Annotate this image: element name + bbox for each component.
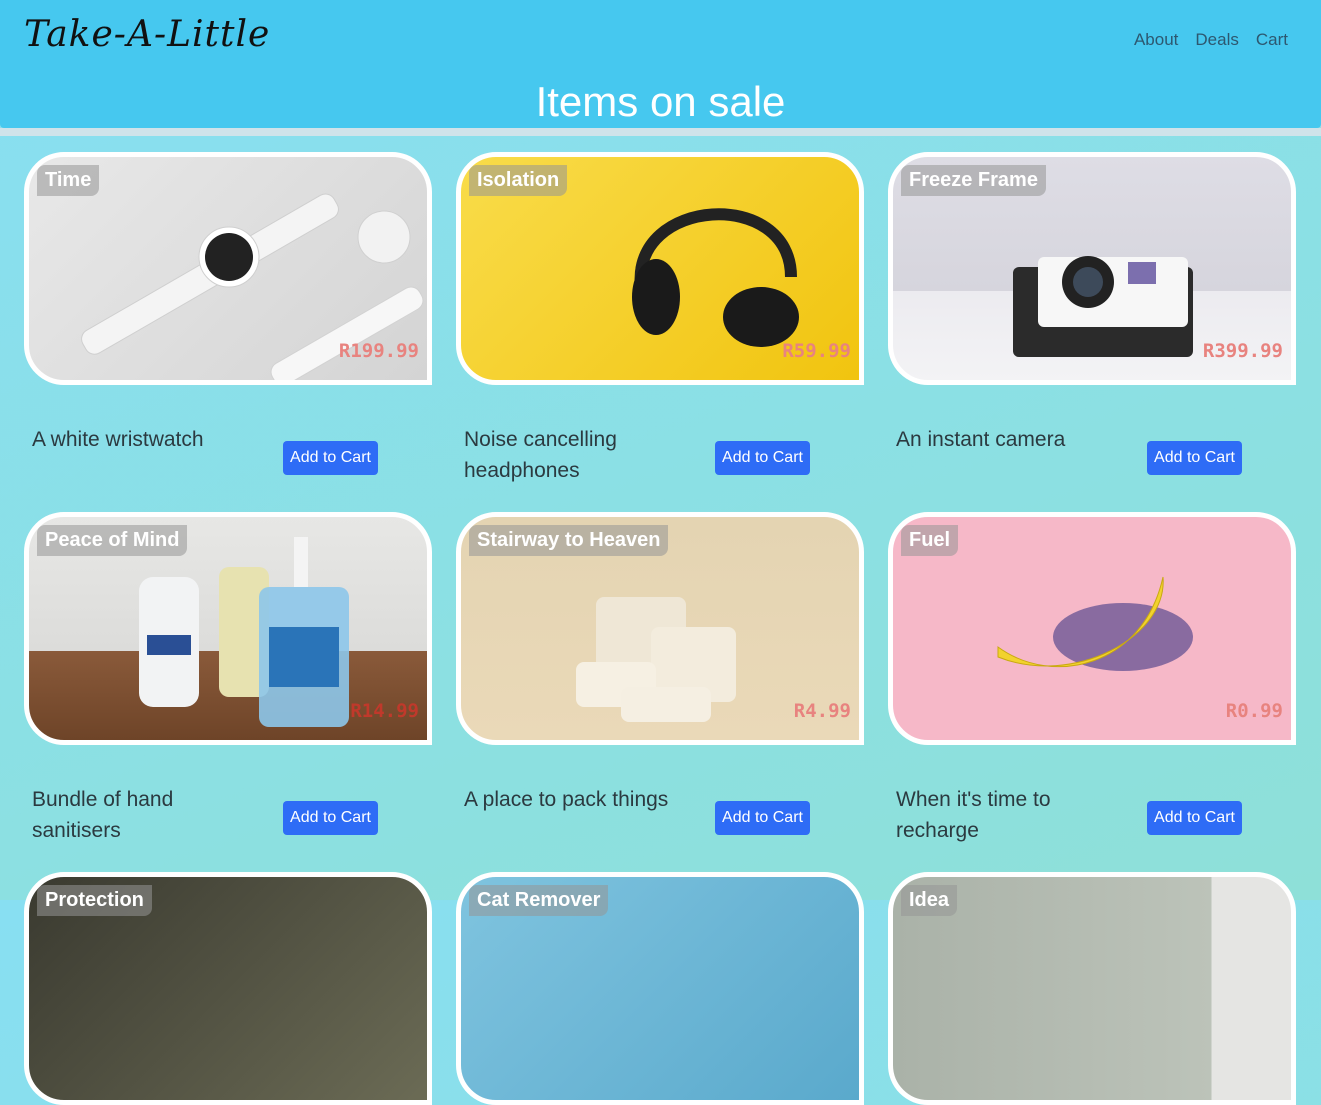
product-image[interactable]: Cat Remover xyxy=(456,872,864,1105)
product-price: R0.99 xyxy=(1225,700,1283,722)
product-tag: Freeze Frame xyxy=(901,165,1046,196)
product-description: When it's time to recharge xyxy=(896,788,1051,842)
product-image[interactable]: Isolation R59.99 xyxy=(456,152,864,385)
product-tag: Cat Remover xyxy=(469,885,609,916)
add-to-cart-button[interactable]: Add to Cart xyxy=(283,801,378,835)
product-price: R399.99 xyxy=(1202,340,1283,362)
product-description: Bundle of hand sanitisers xyxy=(32,788,174,842)
product-tag: Stairway to Heaven xyxy=(469,525,669,556)
brand-logo[interactable]: Take-A-Little xyxy=(24,14,270,55)
add-to-cart-button[interactable]: Add to Cart xyxy=(283,441,378,475)
product-tag: Time xyxy=(37,165,100,196)
add-to-cart-button[interactable]: Add to Cart xyxy=(1147,801,1242,835)
product-description: An instant camera xyxy=(896,428,1066,451)
add-to-cart-button[interactable]: Add to Cart xyxy=(715,801,810,835)
product-image[interactable]: Fuel R0.99 xyxy=(888,512,1296,745)
product-image[interactable]: Peace of Mind R14.99 xyxy=(24,512,432,745)
product-image[interactable]: Freeze Frame R399.99 xyxy=(888,152,1296,385)
product-tag: Protection xyxy=(37,885,152,916)
nav-about-link[interactable]: About xyxy=(1134,30,1178,50)
page-title: Items on sale xyxy=(535,78,786,125)
product-tag: Fuel xyxy=(901,525,959,556)
product-price: R14.99 xyxy=(350,700,419,722)
product-description: Noise cancelling headphones xyxy=(464,428,617,482)
nav-cart-link[interactable]: Cart xyxy=(1256,30,1288,50)
product-image[interactable]: Time R199.99 xyxy=(24,152,432,385)
site-header: Take-A-Little About Deals Cart Items on … xyxy=(0,0,1321,128)
add-to-cart-button[interactable]: Add to Cart xyxy=(715,441,810,475)
product-image[interactable]: Stairway to Heaven R4.99 xyxy=(456,512,864,745)
product-price: R199.99 xyxy=(338,340,419,362)
product-tag: Isolation xyxy=(469,165,568,196)
product-image[interactable]: Protection xyxy=(24,872,432,1105)
add-to-cart-button[interactable]: Add to Cart xyxy=(1147,441,1242,475)
header-divider xyxy=(0,128,1321,136)
product-description: A place to pack things xyxy=(464,788,669,811)
nav-deals-link[interactable]: Deals xyxy=(1195,30,1238,50)
product-image[interactable]: Idea xyxy=(888,872,1296,1105)
product-tag: Idea xyxy=(901,885,958,916)
main-nav: About Deals Cart xyxy=(1134,30,1288,50)
product-price: R4.99 xyxy=(793,700,851,722)
product-price: R59.99 xyxy=(782,340,851,362)
product-tag: Peace of Mind xyxy=(37,525,188,556)
product-description: A white wristwatch xyxy=(32,428,204,451)
